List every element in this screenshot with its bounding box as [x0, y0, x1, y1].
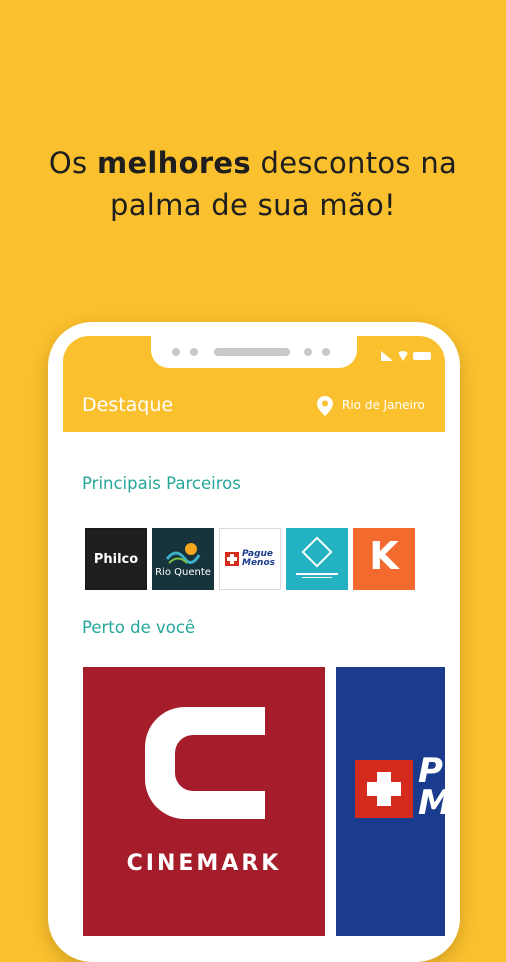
- status-bar: [381, 351, 431, 361]
- headline-line2: palma de sua mão!: [110, 188, 396, 222]
- sensor-dot: [304, 348, 312, 356]
- divider: [302, 576, 332, 578]
- wifi-icon: [397, 351, 409, 361]
- nearby-card-cinemark[interactable]: CINEMARK: [83, 667, 325, 936]
- partners-list: Philco Rio Quente Pague Menos K: [85, 528, 415, 590]
- camera-dot: [190, 348, 198, 356]
- nearby-section-title: Perto de você: [82, 618, 196, 637]
- partner-logo-orange[interactable]: K: [353, 528, 415, 590]
- battery-icon: [413, 352, 431, 360]
- partner-orange-text: K: [369, 534, 399, 578]
- partner-rio-quente-text: Rio Quente: [155, 566, 211, 578]
- pague-menos-text-2: Menos: [241, 558, 275, 568]
- nearby-card-pague-menos[interactable]: PM: [336, 667, 445, 936]
- location-label[interactable]: Rio de Janeiro: [342, 398, 425, 412]
- location-pin-icon[interactable]: [317, 396, 333, 416]
- pague-menos-name: PM: [418, 751, 445, 820]
- speaker-grille: [214, 348, 290, 356]
- page-title: Destaque: [82, 394, 174, 416]
- signal-icon: [381, 351, 393, 361]
- partner-logo-pague-menos[interactable]: Pague Menos: [219, 528, 281, 590]
- headline-prefix: Os: [48, 146, 97, 180]
- headline-bold: melhores: [96, 146, 251, 180]
- pague-menos-cross-icon: [355, 760, 413, 818]
- partner-logo-rio-quente[interactable]: Rio Quente: [152, 528, 214, 590]
- partner-logo-philco[interactable]: Philco: [85, 528, 147, 590]
- divider: [296, 572, 338, 575]
- headline: Os melhores descontos na palma de sua mã…: [0, 142, 506, 226]
- cinemark-logo-icon: [145, 707, 265, 819]
- phone-screen: Destaque Rio de Janeiro Principais Parce…: [63, 336, 445, 936]
- sensor-dot: [172, 348, 180, 356]
- partner-logo-teal[interactable]: [286, 528, 348, 590]
- pague-menos-cross-icon: [224, 552, 239, 566]
- headline-rest: descontos na: [250, 146, 458, 180]
- rio-quente-wave-icon: [165, 542, 201, 564]
- sensor-dot: [322, 348, 330, 356]
- partners-section-title: Principais Parceiros: [82, 474, 241, 493]
- cinemark-name: CINEMARK: [126, 851, 282, 876]
- app-bar: Destaque Rio de Janeiro: [63, 336, 445, 432]
- partner-philco-text: Philco: [93, 551, 139, 567]
- diamond-icon: [301, 535, 333, 568]
- partner-orange-tag: [383, 575, 385, 581]
